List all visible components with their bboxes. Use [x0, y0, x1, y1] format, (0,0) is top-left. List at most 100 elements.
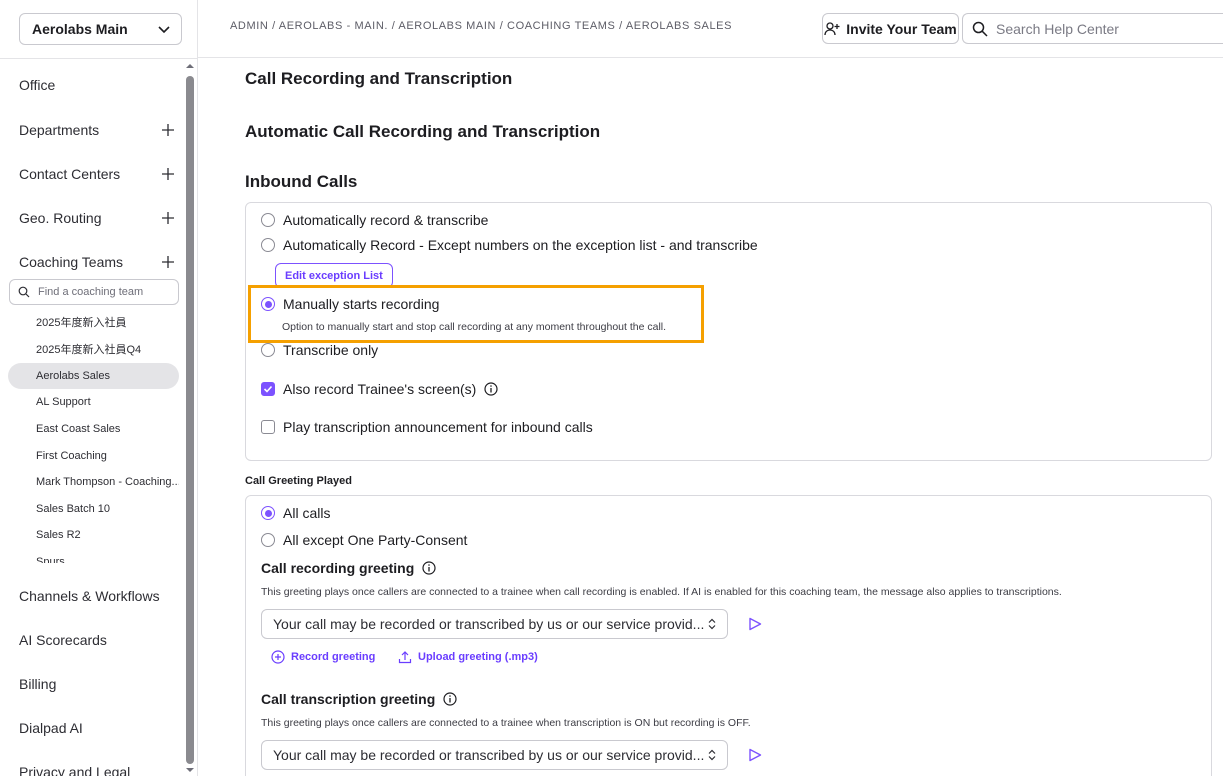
team-item[interactable]: AL Support: [8, 389, 179, 415]
add-circle-icon: [271, 650, 285, 664]
search-icon: [972, 21, 988, 37]
option-auto-except[interactable]: Automatically Record - Except numbers on…: [261, 237, 758, 253]
help-center-search-input[interactable]: [996, 20, 1216, 37]
radio-button[interactable]: [261, 533, 275, 547]
option-play-announcement[interactable]: Play transcription announcement for inbo…: [261, 419, 593, 435]
team-item-active[interactable]: Aerolabs Sales: [8, 363, 179, 389]
breadcrumb[interactable]: ADMIN / AEROLABS - MAIN. / AEROLABS MAIN…: [230, 20, 732, 32]
option-label: Play transcription announcement for inbo…: [283, 419, 593, 435]
help-center-search[interactable]: [962, 13, 1223, 44]
org-select[interactable]: Aerolabs Main: [19, 13, 182, 45]
add-user-icon: [824, 21, 840, 35]
upload-greeting-button[interactable]: Upload greeting (.mp3): [398, 650, 538, 664]
nav-item-label: Channels & Workflows: [19, 588, 160, 604]
option-except-one-party[interactable]: All except One Party-Consent: [261, 532, 467, 548]
nav-item-privacy-legal[interactable]: Privacy and Legal: [19, 760, 175, 776]
checkbox-checked[interactable]: [261, 382, 275, 396]
plus-icon[interactable]: [161, 123, 175, 137]
nav-item-label: Departments: [19, 122, 100, 138]
info-icon[interactable]: [422, 561, 436, 575]
call-greeting-title: Call Greeting Played: [245, 475, 352, 487]
recording-greeting-description: This greeting plays once callers are con…: [261, 586, 1062, 598]
plus-icon[interactable]: [161, 211, 175, 225]
info-icon[interactable]: [484, 382, 498, 396]
option-label: All except One Party-Consent: [283, 532, 468, 548]
nav-item-ai-scorecards[interactable]: AI Scorecards: [19, 628, 175, 652]
nav-item-geo-routing[interactable]: Geo. Routing: [19, 206, 175, 230]
scroll-up-arrow-icon[interactable]: [186, 62, 194, 70]
nav-item-label: Privacy and Legal: [19, 764, 131, 776]
radio-button[interactable]: [261, 213, 275, 227]
main-content: Call Recording and Transcription Automat…: [198, 59, 1223, 776]
option-label: Automatically record & transcribe: [283, 212, 489, 228]
info-icon[interactable]: [443, 692, 457, 706]
check-icon: [263, 385, 273, 393]
select-value: Your call may be recorded or transcribed…: [273, 616, 705, 632]
option-auto-record[interactable]: Automatically record & transcribe: [261, 212, 488, 228]
plus-icon[interactable]: [161, 167, 175, 181]
nav-item-channels-workflows[interactable]: Channels & Workflows: [19, 584, 175, 608]
team-item[interactable]: Mark Thompson - Coaching...: [8, 469, 179, 495]
nav-item-contact-centers[interactable]: Contact Centers: [19, 162, 175, 186]
plus-icon[interactable]: [161, 255, 175, 269]
option-label: Also record Trainee's screen(s): [283, 381, 477, 397]
option-all-calls[interactable]: All calls: [261, 505, 330, 521]
coaching-team-list: 2025年度新入社員 2025年度新入社員Q4 Aerolabs Sales A…: [0, 309, 183, 563]
radio-button[interactable]: [261, 238, 275, 252]
inbound-calls-title: Inbound Calls: [245, 172, 358, 191]
scroll-thumb[interactable]: [186, 76, 194, 764]
team-item[interactable]: Sales R2: [8, 522, 179, 548]
nav-item-dialpad-ai[interactable]: Dialpad AI: [19, 716, 175, 740]
scroll-down-arrow-icon[interactable]: [186, 766, 194, 774]
recording-greeting-select[interactable]: Your call may be recorded or transcribed…: [261, 609, 728, 639]
upload-icon: [398, 651, 412, 664]
highlight-box: [248, 285, 704, 343]
nav-item-label: Billing: [19, 676, 57, 692]
option-label: All calls: [283, 505, 331, 521]
nav-item-label: Dialpad AI: [19, 720, 83, 736]
team-item[interactable]: Spurs: [8, 549, 179, 563]
play-icon[interactable]: [748, 748, 762, 762]
option-label: Transcribe only: [283, 342, 379, 358]
option-transcribe-only[interactable]: Transcribe only: [261, 342, 378, 358]
sidebar-scrollbar[interactable]: [184, 62, 196, 774]
coaching-team-search[interactable]: [9, 279, 179, 305]
coaching-team-search-input[interactable]: [38, 286, 168, 298]
invite-team-button[interactable]: Invite Your Team: [822, 13, 959, 44]
option-label: Automatically Record - Except numbers on…: [283, 237, 758, 253]
select-value: Your call may be recorded or transcribed…: [273, 747, 705, 763]
upload-greeting-label: Upload greeting (.mp3): [418, 651, 538, 663]
sidebar: Aerolabs Main Office Departments Contact…: [0, 0, 198, 776]
checkbox[interactable]: [261, 420, 275, 434]
transcription-greeting-title: Call transcription greeting: [261, 691, 436, 707]
nav-item-coaching-teams[interactable]: Coaching Teams: [19, 250, 175, 274]
nav-item-departments[interactable]: Departments: [19, 118, 175, 142]
sort-arrows-icon: [708, 749, 716, 761]
chevron-down-icon: [158, 26, 170, 34]
nav-item-label: Coaching Teams: [19, 254, 124, 270]
section-title: Call Recording and Transcription: [245, 69, 513, 88]
team-item[interactable]: 2025年度新入社員: [8, 309, 179, 335]
transcription-greeting-description: This greeting plays once callers are con…: [261, 717, 751, 729]
team-item[interactable]: First Coaching: [8, 443, 179, 469]
nav-item-label: Geo. Routing: [19, 210, 102, 226]
transcription-greeting-heading: Call transcription greeting: [261, 691, 457, 707]
recording-greeting-title: Call recording greeting: [261, 560, 415, 576]
play-icon[interactable]: [748, 617, 762, 631]
search-icon: [18, 286, 30, 298]
radio-button[interactable]: [261, 343, 275, 357]
recording-greeting-heading: Call recording greeting: [261, 560, 436, 576]
team-item[interactable]: Sales Batch 10: [8, 496, 179, 522]
transcription-greeting-select[interactable]: Your call may be recorded or transcribed…: [261, 740, 728, 770]
radio-button-selected[interactable]: [261, 506, 275, 520]
team-item[interactable]: East Coast Sales: [8, 416, 179, 442]
invite-team-label: Invite Your Team: [846, 20, 957, 37]
nav-item-office[interactable]: Office: [19, 73, 175, 97]
org-select-label: Aerolabs Main: [32, 21, 128, 37]
option-record-screen[interactable]: Also record Trainee's screen(s): [261, 381, 498, 397]
nav-item-billing[interactable]: Billing: [19, 672, 175, 696]
team-item[interactable]: 2025年度新入社員Q4: [8, 336, 179, 362]
record-greeting-button[interactable]: Record greeting: [271, 650, 375, 664]
sidebar-divider: [0, 58, 197, 59]
nav-item-label: Contact Centers: [19, 166, 121, 182]
